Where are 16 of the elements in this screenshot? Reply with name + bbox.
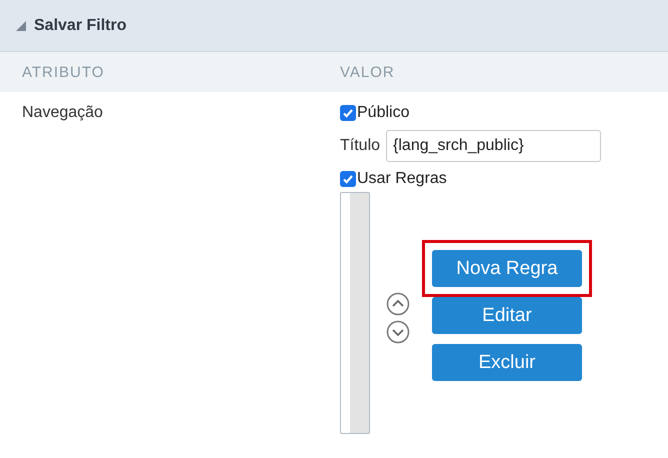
title-input[interactable]: {lang_srch_public} [386, 130, 602, 162]
checkbox-label: Público [357, 104, 410, 122]
collapse-icon[interactable] [16, 20, 26, 30]
rule-button[interactable]: Editar [432, 297, 582, 334]
rule-button[interactable]: Excluir [432, 344, 582, 381]
move-down-icon[interactable] [386, 320, 410, 344]
move-up-icon[interactable] [386, 292, 410, 316]
checkbox[interactable] [340, 105, 356, 121]
field-label: Título [340, 137, 380, 155]
panel-title: Salvar Filtro [34, 16, 126, 34]
checkbox-label: Usar Regras [357, 170, 447, 188]
checkbox[interactable] [340, 171, 356, 187]
column-header: VALOR [340, 64, 395, 80]
rule-button[interactable]: Nova Regra [432, 250, 582, 287]
attribute-label: Navegação [22, 104, 103, 121]
column-header: ATRIBUTO [21, 64, 106, 80]
